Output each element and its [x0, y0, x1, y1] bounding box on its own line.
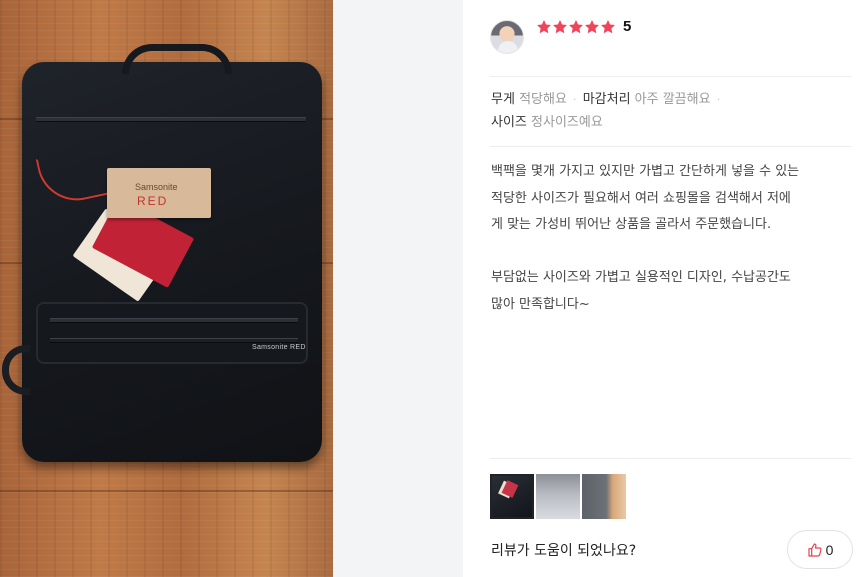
- helpful-like-button[interactable]: 0: [787, 530, 853, 569]
- review-body-text: 백팩을 몇개 가지고 있지만 가볍고 간단하게 넣을 수 있는 적당한 사이즈가…: [491, 164, 800, 312]
- backpack-handle: [122, 44, 232, 74]
- tag-line-text: RED: [137, 194, 169, 208]
- divider: [490, 76, 852, 77]
- attribute-key-finish: 마감처리: [582, 92, 631, 107]
- rating-score: 5: [623, 18, 632, 35]
- star-icon: [601, 19, 615, 33]
- star-icon: [585, 19, 599, 33]
- divider: [490, 458, 852, 459]
- like-count: 0: [825, 541, 834, 558]
- divider: [490, 146, 852, 147]
- attribute-key-size: 사이즈: [491, 115, 527, 130]
- review-panel: 5 무게 적당해요 · 마감처리 아주 깔끔해요 · 사이즈 정사이즈예요 백팩…: [463, 0, 860, 577]
- review-photo-thumbnails: [490, 474, 626, 519]
- attribute-separator: ·: [716, 93, 721, 106]
- star-icon: [553, 19, 567, 33]
- photo-thumbnail-selected[interactable]: [490, 474, 534, 519]
- review-main-photo[interactable]: Samsonite RED Samsonite RED: [0, 0, 333, 577]
- pocket-seam: [50, 338, 298, 343]
- tag-brand-text: Samsonite: [135, 182, 178, 192]
- floor-plank-line: [0, 490, 333, 492]
- star-icon: [537, 19, 551, 33]
- photo-thumbnail[interactable]: [536, 474, 580, 519]
- attribute-key-weight: 무게: [491, 92, 515, 107]
- attribute-separator: ·: [573, 93, 577, 106]
- review-attributes: 무게 적당해요 · 마감처리 아주 깔끔해요 · 사이즈 정사이즈예요: [491, 88, 851, 134]
- attribute-row: 사이즈 정사이즈예요: [491, 111, 851, 134]
- backpack-top-zipper: [36, 117, 306, 122]
- attribute-value-size: 정사이즈예요: [531, 115, 603, 130]
- photo-panel-gutter: [333, 0, 463, 577]
- reviewer-avatar: [490, 20, 524, 54]
- star-rating: 5: [536, 18, 631, 35]
- photo-thumbnail[interactable]: [582, 474, 626, 519]
- star-icon: [569, 19, 583, 33]
- hang-tag-brand: Samsonite RED: [107, 168, 211, 218]
- helpful-question: 리뷰가 도움이 되었나요?: [491, 543, 637, 559]
- backpack-front-pocket: [36, 302, 308, 364]
- attribute-row: 무게 적당해요 · 마감처리 아주 깔끔해요 ·: [491, 88, 851, 111]
- attribute-value-weight: 적당해요: [519, 92, 567, 107]
- backpack-brand-logo: Samsonite RED: [252, 344, 306, 351]
- thumbs-up-icon: [807, 542, 822, 557]
- pocket-zipper: [50, 318, 298, 323]
- attribute-value-finish: 아주 깔끔해요: [634, 92, 711, 107]
- backpack-side-strap: [2, 345, 30, 395]
